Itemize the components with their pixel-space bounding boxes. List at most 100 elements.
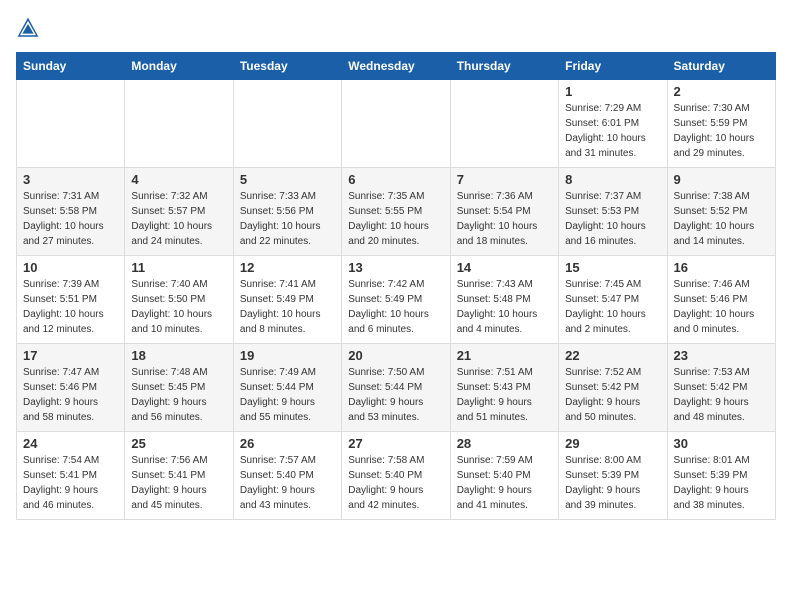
day-cell: 10Sunrise: 7:39 AM Sunset: 5:51 PM Dayli… (17, 256, 125, 344)
header (16, 16, 776, 40)
day-cell: 18 Sunrise: 7:48 AM Sunset: 5:45 PM Dayli… (125, 344, 233, 432)
day-info: Sunrise: 7:37 AM Sunset: 5:53 PM Dayligh… (565, 189, 660, 249)
day-cell: 29 Sunrise: 8:00 AM Sunset: 5:39 PM Dayli… (559, 432, 667, 520)
day-cell: 14 Sunrise: 7:43 AM Sunset: 5:48 PM Dayli… (450, 256, 558, 344)
day-info: Sunrise: 7:41 AM Sunset: 5:49 PM Dayligh… (240, 277, 335, 337)
day-cell: 24 Sunrise: 7:54 AM Sunset: 5:41 PM Dayli… (17, 432, 125, 520)
day-number: 21 (457, 348, 552, 363)
day-cell: 27 Sunrise: 7:58 AM Sunset: 5:40 PM Dayli… (342, 432, 450, 520)
calendar-table: SundayMondayTuesdayWednesdayThursdayFrid… (16, 52, 776, 520)
day-cell: 23 Sunrise: 7:53 AM Sunset: 5:42 PM Dayli… (667, 344, 775, 432)
day-number: 8 (565, 172, 660, 187)
day-info: Sunrise: 7:54 AM Sunset: 5:41 PM Dayligh… (23, 453, 118, 513)
day-cell: 13 Sunrise: 7:42 AM Sunset: 5:49 PM Dayli… (342, 256, 450, 344)
day-cell: 30 Sunrise: 8:01 AM Sunset: 5:39 PM Dayli… (667, 432, 775, 520)
day-cell: 8 Sunrise: 7:37 AM Sunset: 5:53 PM Daylig… (559, 168, 667, 256)
day-cell: 12 Sunrise: 7:41 AM Sunset: 5:49 PM Dayli… (233, 256, 341, 344)
day-cell: 1 Sunrise: 7:29 AM Sunset: 6:01 PM Daylig… (559, 80, 667, 168)
day-number: 20 (348, 348, 443, 363)
day-info: Sunrise: 7:40 AM Sunset: 5:50 PM Dayligh… (131, 277, 226, 337)
day-number: 26 (240, 436, 335, 451)
day-cell: 4 Sunrise: 7:32 AM Sunset: 5:57 PM Daylig… (125, 168, 233, 256)
header-saturday: Saturday (667, 53, 775, 80)
day-info: Sunrise: 7:59 AM Sunset: 5:40 PM Dayligh… (457, 453, 552, 513)
day-info: Sunrise: 7:57 AM Sunset: 5:40 PM Dayligh… (240, 453, 335, 513)
day-info: Sunrise: 7:51 AM Sunset: 5:43 PM Dayligh… (457, 365, 552, 425)
day-info: Sunrise: 7:33 AM Sunset: 5:56 PM Dayligh… (240, 189, 335, 249)
day-number: 11 (131, 260, 226, 275)
logo-icon (16, 16, 40, 40)
day-cell: 9 Sunrise: 7:38 AM Sunset: 5:52 PM Daylig… (667, 168, 775, 256)
day-cell: 3Sunrise: 7:31 AM Sunset: 5:58 PM Daylig… (17, 168, 125, 256)
day-number: 2 (674, 84, 769, 99)
day-number: 27 (348, 436, 443, 451)
day-info: Sunrise: 7:38 AM Sunset: 5:52 PM Dayligh… (674, 189, 769, 249)
day-number: 5 (240, 172, 335, 187)
day-number: 28 (457, 436, 552, 451)
week-row-2: 10Sunrise: 7:39 AM Sunset: 5:51 PM Dayli… (17, 256, 776, 344)
day-cell (450, 80, 558, 168)
day-info: Sunrise: 7:42 AM Sunset: 5:49 PM Dayligh… (348, 277, 443, 337)
day-cell: 19 Sunrise: 7:49 AM Sunset: 5:44 PM Dayli… (233, 344, 341, 432)
day-cell: 17 Sunrise: 7:47 AM Sunset: 5:46 PM Dayli… (17, 344, 125, 432)
day-info: Sunrise: 7:45 AM Sunset: 5:47 PM Dayligh… (565, 277, 660, 337)
week-row-0: 1 Sunrise: 7:29 AM Sunset: 6:01 PM Daylig… (17, 80, 776, 168)
day-number: 25 (131, 436, 226, 451)
day-number: 3 (23, 172, 118, 187)
logo (16, 16, 44, 40)
day-cell (17, 80, 125, 168)
day-number: 9 (674, 172, 769, 187)
day-info: Sunrise: 7:47 AM Sunset: 5:46 PM Dayligh… (23, 365, 118, 425)
day-number: 24 (23, 436, 118, 451)
day-info: Sunrise: 7:50 AM Sunset: 5:44 PM Dayligh… (348, 365, 443, 425)
header-monday: Monday (125, 53, 233, 80)
day-info: Sunrise: 7:58 AM Sunset: 5:40 PM Dayligh… (348, 453, 443, 513)
day-cell: 6Sunrise: 7:35 AM Sunset: 5:55 PM Daylig… (342, 168, 450, 256)
header-wednesday: Wednesday (342, 53, 450, 80)
day-cell (233, 80, 341, 168)
week-row-4: 24 Sunrise: 7:54 AM Sunset: 5:41 PM Dayli… (17, 432, 776, 520)
day-cell: 26 Sunrise: 7:57 AM Sunset: 5:40 PM Dayli… (233, 432, 341, 520)
day-info: Sunrise: 7:46 AM Sunset: 5:46 PM Dayligh… (674, 277, 769, 337)
day-cell: 16Sunrise: 7:46 AM Sunset: 5:46 PM Dayli… (667, 256, 775, 344)
day-info: Sunrise: 7:32 AM Sunset: 5:57 PM Dayligh… (131, 189, 226, 249)
day-number: 30 (674, 436, 769, 451)
day-number: 12 (240, 260, 335, 275)
day-info: Sunrise: 7:43 AM Sunset: 5:48 PM Dayligh… (457, 277, 552, 337)
day-number: 4 (131, 172, 226, 187)
header-friday: Friday (559, 53, 667, 80)
day-number: 18 (131, 348, 226, 363)
day-info: Sunrise: 8:01 AM Sunset: 5:39 PM Dayligh… (674, 453, 769, 513)
day-info: Sunrise: 8:00 AM Sunset: 5:39 PM Dayligh… (565, 453, 660, 513)
header-sunday: Sunday (17, 53, 125, 80)
day-info: Sunrise: 7:36 AM Sunset: 5:54 PM Dayligh… (457, 189, 552, 249)
day-number: 17 (23, 348, 118, 363)
day-info: Sunrise: 7:53 AM Sunset: 5:42 PM Dayligh… (674, 365, 769, 425)
day-info: Sunrise: 7:35 AM Sunset: 5:55 PM Dayligh… (348, 189, 443, 249)
header-row: SundayMondayTuesdayWednesdayThursdayFrid… (17, 53, 776, 80)
day-number: 29 (565, 436, 660, 451)
day-number: 23 (674, 348, 769, 363)
day-number: 15 (565, 260, 660, 275)
day-number: 13 (348, 260, 443, 275)
day-cell: 7 Sunrise: 7:36 AM Sunset: 5:54 PM Daylig… (450, 168, 558, 256)
day-number: 7 (457, 172, 552, 187)
day-cell: 5 Sunrise: 7:33 AM Sunset: 5:56 PM Daylig… (233, 168, 341, 256)
week-row-3: 17 Sunrise: 7:47 AM Sunset: 5:46 PM Dayli… (17, 344, 776, 432)
day-number: 19 (240, 348, 335, 363)
day-cell: 2 Sunrise: 7:30 AM Sunset: 5:59 PM Daylig… (667, 80, 775, 168)
day-number: 22 (565, 348, 660, 363)
header-tuesday: Tuesday (233, 53, 341, 80)
day-number: 10 (23, 260, 118, 275)
day-number: 14 (457, 260, 552, 275)
day-cell: 21 Sunrise: 7:51 AM Sunset: 5:43 PM Dayli… (450, 344, 558, 432)
day-info: Sunrise: 7:48 AM Sunset: 5:45 PM Dayligh… (131, 365, 226, 425)
day-cell: 25Sunrise: 7:56 AM Sunset: 5:41 PM Dayli… (125, 432, 233, 520)
day-info: Sunrise: 7:30 AM Sunset: 5:59 PM Dayligh… (674, 101, 769, 161)
day-number: 1 (565, 84, 660, 99)
day-info: Sunrise: 7:49 AM Sunset: 5:44 PM Dayligh… (240, 365, 335, 425)
week-row-1: 3Sunrise: 7:31 AM Sunset: 5:58 PM Daylig… (17, 168, 776, 256)
day-info: Sunrise: 7:29 AM Sunset: 6:01 PM Dayligh… (565, 101, 660, 161)
day-cell: 20 Sunrise: 7:50 AM Sunset: 5:44 PM Dayli… (342, 344, 450, 432)
day-cell: 15 Sunrise: 7:45 AM Sunset: 5:47 PM Dayli… (559, 256, 667, 344)
